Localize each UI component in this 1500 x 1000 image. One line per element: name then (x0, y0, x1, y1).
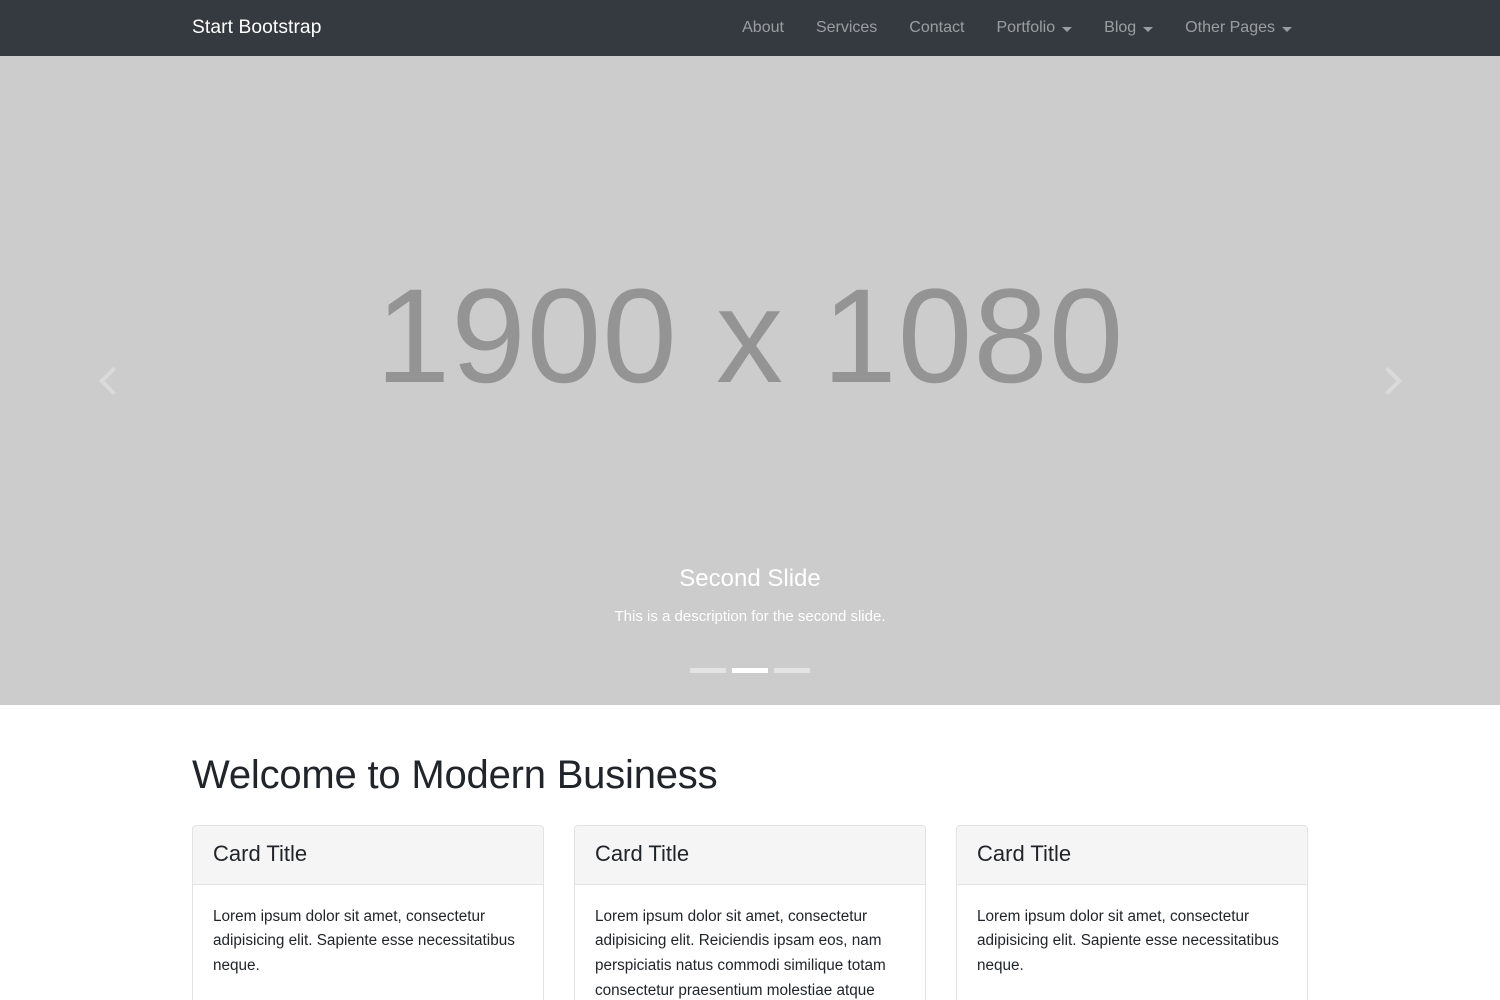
nav-item-about: About (726, 12, 800, 44)
nav-link-services[interactable]: Services (800, 12, 893, 44)
navbar-brand[interactable]: Start Bootstrap (192, 18, 321, 37)
navbar-nav: About Services Contact Portfolio Blog Ot… (726, 12, 1308, 44)
chevron-left-icon (98, 366, 127, 395)
card-2-title: Card Title (595, 841, 690, 866)
hero-carousel: 1900 x 1080 Second Slide This is a descr… (0, 56, 1500, 705)
nav-link-about-label: About (742, 19, 784, 36)
nav-item-blog: Blog (1088, 12, 1169, 44)
chevron-down-icon (1282, 26, 1292, 32)
card-2-body: Lorem ipsum dolor sit amet, consectetur … (575, 885, 925, 1000)
card-row: Card Title Lorem ipsum dolor sit amet, c… (192, 825, 1308, 1000)
card-2: Card Title Lorem ipsum dolor sit amet, c… (574, 825, 926, 1000)
main-content: Welcome to Modern Business Card Title Lo… (0, 705, 1500, 1000)
carousel-indicators (0, 658, 1500, 683)
carousel-caption: Second Slide This is a description for t… (0, 565, 1500, 627)
main-navbar: Start Bootstrap About Services Contact P… (0, 0, 1500, 56)
card-3-text: Lorem ipsum dolor sit amet, consectetur … (977, 907, 1279, 975)
card-1-text: Lorem ipsum dolor sit amet, consectetur … (213, 907, 515, 975)
nav-link-portfolio-label: Portfolio (996, 19, 1056, 36)
carousel-indicator-3[interactable] (774, 658, 810, 683)
nav-link-other-pages-label: Other Pages (1185, 19, 1275, 36)
card-1-body: Lorem ipsum dolor sit amet, consectetur … (193, 885, 543, 999)
carousel-caption-text: This is a description for the second sli… (614, 608, 886, 625)
card-3-header: Card Title (957, 826, 1307, 885)
card-2-text: Lorem ipsum dolor sit amet, consectetur … (595, 907, 886, 999)
nav-link-about[interactable]: About (726, 12, 800, 44)
nav-link-blog[interactable]: Blog (1088, 12, 1169, 44)
nav-item-other-pages: Other Pages (1169, 12, 1308, 44)
card-3-title: Card Title (977, 841, 1072, 866)
nav-item-services: Services (800, 12, 893, 44)
nav-item-portfolio: Portfolio (980, 12, 1088, 44)
card-1-header: Card Title (193, 826, 543, 885)
page-title: Welcome to Modern Business (192, 753, 718, 797)
nav-link-blog-label: Blog (1104, 19, 1137, 36)
chevron-down-icon (1062, 26, 1073, 32)
carousel-caption-title: Second Slide (679, 565, 821, 593)
nav-link-portfolio[interactable]: Portfolio (980, 12, 1088, 44)
chevron-down-icon (1143, 26, 1154, 32)
card-1: Card Title Lorem ipsum dolor sit amet, c… (192, 825, 544, 1000)
carousel-indicator-2[interactable] (732, 658, 768, 683)
nav-link-other-pages[interactable]: Other Pages (1169, 12, 1308, 44)
card-3: Card Title Lorem ipsum dolor sit amet, c… (956, 825, 1308, 1000)
nav-link-contact-label: Contact (909, 19, 965, 36)
nav-link-contact[interactable]: Contact (893, 12, 980, 44)
carousel-indicator-1[interactable] (690, 658, 726, 683)
card-1-title: Card Title (213, 841, 308, 866)
card-2-header: Card Title (575, 826, 925, 885)
nav-link-services-label: Services (815, 19, 878, 36)
card-3-body: Lorem ipsum dolor sit amet, consectetur … (957, 885, 1307, 999)
nav-item-contact: Contact (893, 12, 980, 44)
chevron-right-icon (1373, 366, 1402, 395)
